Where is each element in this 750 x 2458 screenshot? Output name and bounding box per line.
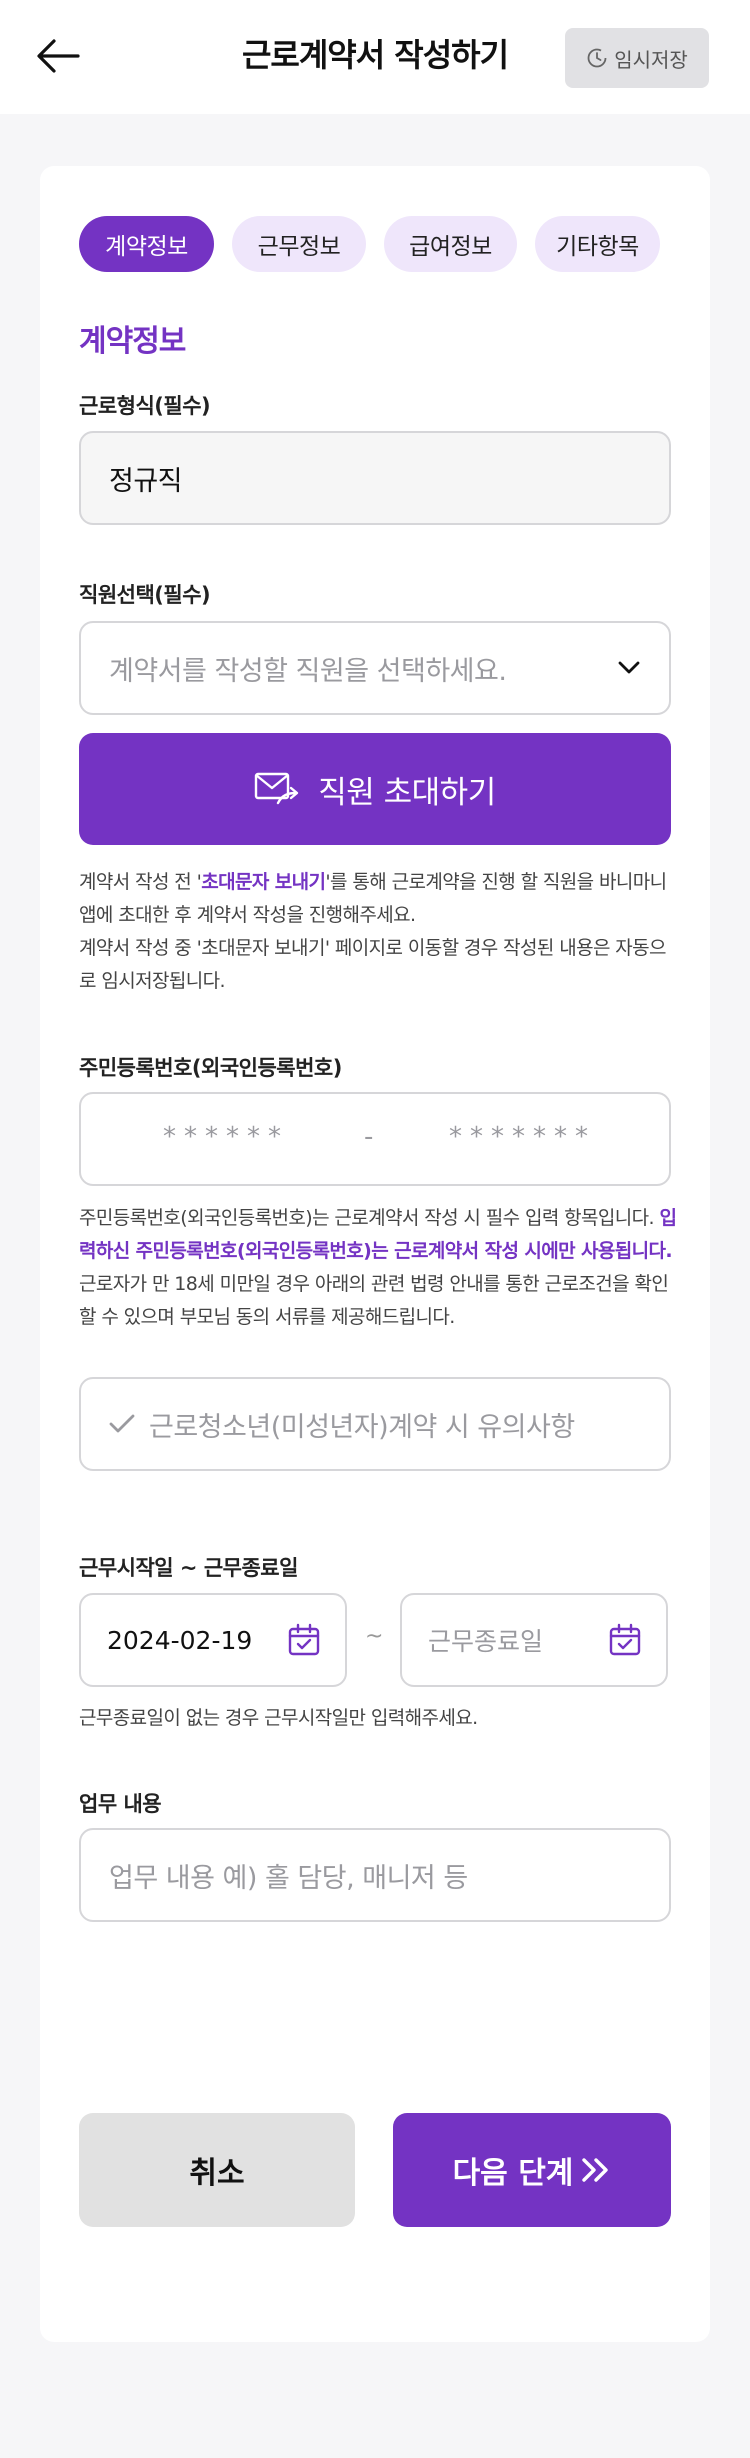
checkmark-icon [109, 1414, 135, 1433]
tab-contract-info[interactable]: 계약정보 [79, 216, 214, 272]
step-tabs: 계약정보 근무정보 급여정보 기타항목 [79, 216, 660, 272]
resident-note-minor: 근로자가 만 18세 미만일 경우 아래의 관련 법령 안내를 통한 근로조건을… [79, 1273, 669, 1328]
chevron-down-icon [618, 661, 640, 674]
duty-input[interactable]: 업무 내용 예) 홀 담당, 매니저 등 [79, 1828, 671, 1922]
invite-note-autosave: 계약서 작성 중 '초대문자 보내기' 페이지로 이동할 경우 작성된 내용은 … [79, 937, 667, 992]
double-chevron-right-icon [582, 2158, 609, 2182]
envelope-send-icon [255, 772, 299, 805]
date-range-tilde: ~ [365, 1624, 384, 1649]
work-period-label: 근무시작일 ~ 근무종료일 [79, 1556, 298, 1580]
invite-employee-button[interactable]: 직원 초대하기 [79, 733, 671, 845]
duty-label: 업무 내용 [79, 1792, 162, 1816]
work-type-value: 정규직 [109, 465, 183, 497]
tab-work-info[interactable]: 근무정보 [232, 216, 366, 272]
end-date-field[interactable]: 근무종료일 [400, 1593, 668, 1687]
employee-select-label: 직원선택(필수) [79, 583, 211, 607]
contract-form-card: 계약정보 근무정보 급여정보 기타항목 계약정보 근로형식(필수) 정규직 직원… [40, 166, 710, 2342]
app-header: 근로계약서 작성하기 임시저장 [0, 0, 750, 114]
work-period-note: 근무종료일이 없는 경우 근무시작일만 입력해주세요. [79, 1707, 478, 1729]
tab-other-items[interactable]: 기타항목 [535, 216, 660, 272]
resident-number-back-mask: ******* [449, 1122, 596, 1152]
resident-number-field[interactable]: ****** - ******* [79, 1092, 671, 1186]
tab-salary-info[interactable]: 급여정보 [384, 216, 517, 272]
resident-number-front-mask: ****** [163, 1122, 289, 1152]
invite-note-highlight: 초대문자 보내기 [201, 871, 326, 893]
work-type-field[interactable]: 정규직 [79, 431, 671, 525]
next-step-label: 다음 단계 [452, 2156, 574, 2191]
resident-note-text: 주민등록번호(외국인등록번호)는 근로계약서 작성 시 필수 입력 항목입니다. [79, 1207, 660, 1229]
employee-select[interactable]: 계약서를 작성할 직원을 선택하세요. [79, 621, 671, 715]
invite-note: 계약서 작성 전 '초대문자 보내기'를 통해 근로계약을 진행 할 직원을 바… [79, 866, 679, 998]
section-title: 계약정보 [79, 324, 186, 359]
minor-contract-notice-label: 근로청소년(미성년자)계약 시 유의사항 [149, 1411, 575, 1443]
end-date-placeholder: 근무종료일 [428, 1627, 544, 1656]
resident-number-label: 주민등록번호(외국인등록번호) [79, 1056, 342, 1080]
minor-contract-notice-button[interactable]: 근로청소년(미성년자)계약 시 유의사항 [79, 1377, 671, 1471]
calendar-icon [288, 1623, 320, 1656]
resident-number-separator: - [364, 1122, 374, 1152]
duty-placeholder: 업무 내용 예) 홀 담당, 매니저 등 [109, 1862, 468, 1894]
invite-note-text: 계약서 작성 전 ' [79, 871, 202, 893]
start-date-value: 2024-02-19 [107, 1625, 253, 1655]
save-draft-button[interactable]: 임시저장 [565, 28, 709, 88]
cancel-button[interactable]: 취소 [79, 2113, 355, 2227]
clock-icon [587, 48, 607, 68]
employee-select-placeholder: 계약서를 작성할 직원을 선택하세요. [109, 655, 507, 687]
work-type-label: 근로형식(필수) [79, 394, 211, 418]
invite-employee-label: 직원 초대하기 [318, 774, 496, 811]
next-step-button[interactable]: 다음 단계 [393, 2113, 671, 2227]
save-draft-label: 임시저장 [614, 47, 688, 72]
resident-number-note: 주민등록번호(외국인등록번호)는 근로계약서 작성 시 필수 입력 항목입니다.… [79, 1202, 679, 1334]
start-date-field[interactable]: 2024-02-19 [79, 1593, 347, 1687]
calendar-icon [609, 1623, 641, 1656]
